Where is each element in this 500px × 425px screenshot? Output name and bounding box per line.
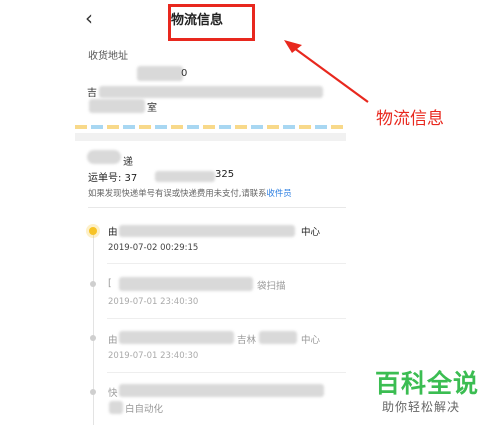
annotation-label: 物流信息 (376, 109, 444, 129)
annotation-arrow-icon (284, 40, 369, 103)
watermark-slogan: 助你轻松解决 (382, 400, 461, 414)
watermark-logo: 百科全说 (375, 369, 480, 398)
